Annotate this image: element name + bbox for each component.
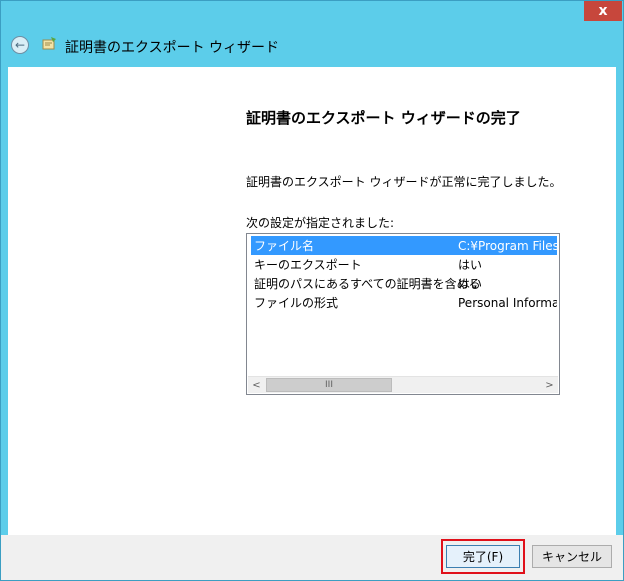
setting-value: Personal Informa xyxy=(458,295,557,310)
setting-value: C:¥Program Files xyxy=(458,238,557,253)
scroll-left-button[interactable]: < xyxy=(248,377,265,393)
close-icon: x xyxy=(598,3,608,19)
back-button[interactable]: ← xyxy=(11,36,29,54)
list-item[interactable]: ファイル名 C:¥Program Files xyxy=(251,236,557,255)
completion-message: 証明書のエクスポート ウィザードが正常に完了しました。 xyxy=(246,175,562,189)
cancel-button[interactable]: キャンセル xyxy=(532,545,612,568)
close-button[interactable]: x xyxy=(584,1,622,21)
settings-label: 次の設定が指定されました: xyxy=(246,216,395,230)
button-bar: 完了(F) キャンセル xyxy=(1,535,623,580)
list-item[interactable]: 証明のパスにあるすべての証明書を含める はい xyxy=(251,274,557,293)
setting-name: ファイル名 xyxy=(254,239,315,253)
scroll-right-button[interactable]: > xyxy=(541,377,558,393)
setting-name: 証明のパスにあるすべての証明書を含める xyxy=(254,277,481,291)
list-item[interactable]: キーのエクスポート はい xyxy=(251,255,557,274)
certificate-wizard-icon xyxy=(42,37,56,50)
wizard-header: ← 証明書のエクスポート ウィザード xyxy=(1,23,623,63)
setting-value: はい xyxy=(458,277,483,291)
window-title: 証明書のエクスポート ウィザード xyxy=(65,40,280,56)
setting-value: はい xyxy=(458,258,483,272)
finish-button[interactable]: 完了(F) xyxy=(446,545,520,568)
back-arrow-icon: ← xyxy=(14,38,26,52)
chevron-right-icon: > xyxy=(545,379,554,391)
scroll-thumb[interactable]: III xyxy=(266,378,392,392)
setting-name: ファイルの形式 xyxy=(254,296,339,310)
wizard-window: x ← 証明書のエクスポート ウィザード 証明書のエクスポート ウィザードの完了… xyxy=(0,0,624,581)
page-heading: 証明書のエクスポート ウィザードの完了 xyxy=(246,109,521,127)
wizard-content: 証明書のエクスポート ウィザードの完了 証明書のエクスポート ウィザードが正常に… xyxy=(8,67,616,535)
horizontal-scrollbar[interactable]: < III > xyxy=(248,376,558,393)
grip-icon: III xyxy=(325,380,333,390)
chevron-left-icon: < xyxy=(252,379,261,391)
setting-name: キーのエクスポート xyxy=(254,258,362,272)
list-item[interactable]: ファイルの形式 Personal Informa xyxy=(251,293,557,312)
settings-list[interactable]: ファイル名 C:¥Program Files キーのエクスポート はい 証明のパ… xyxy=(246,233,560,395)
